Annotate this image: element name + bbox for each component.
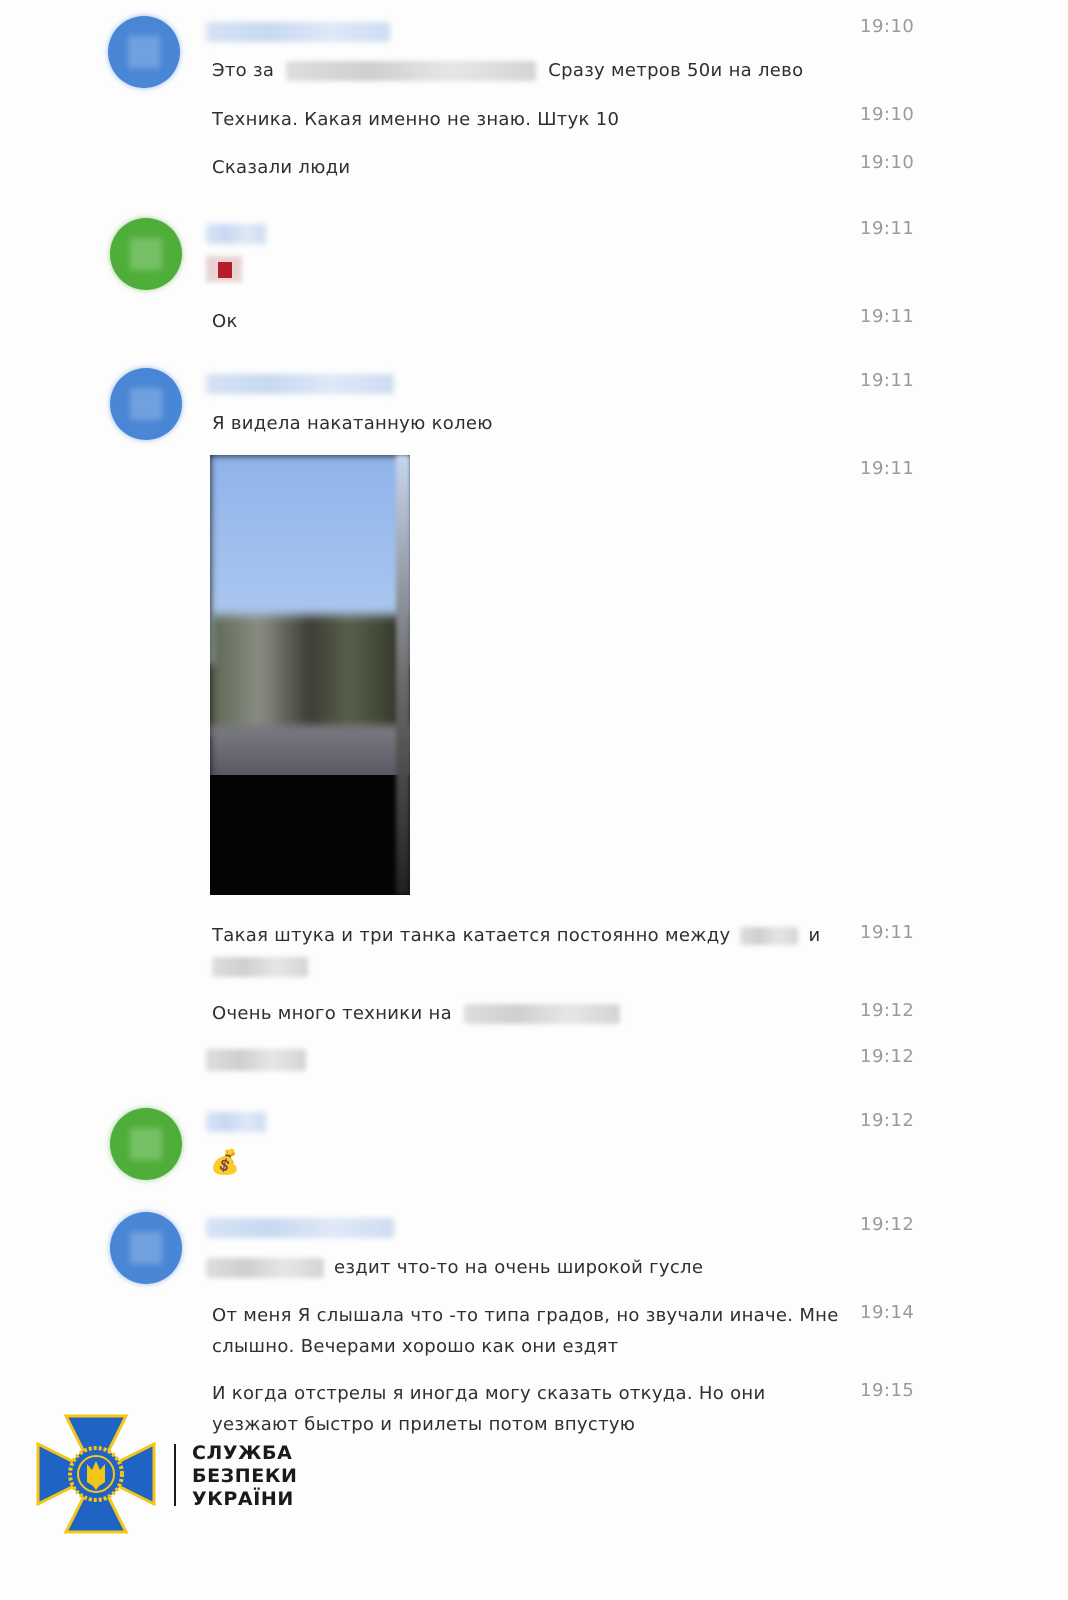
logo-line: СЛУЖБА (192, 1442, 293, 1464)
message-text: Такая штука и три танка катается постоян… (212, 920, 854, 982)
sender-name-redacted (206, 1112, 266, 1132)
message-line: От меня Я слышала что -то типа градов, н… (212, 1305, 839, 1326)
avatar[interactable] (110, 218, 182, 290)
message-time: 19:12 (860, 1046, 915, 1067)
message-text: Ок (212, 311, 238, 332)
message-time: 19:11 (860, 922, 915, 943)
logo-text: СЛУЖБА БЕЗПЕКИ УКРАЇНИ (192, 1442, 297, 1511)
message-time: 19:10 (860, 104, 915, 125)
avatar[interactable] (110, 368, 182, 440)
message-text: Это за Сразу метров 50и на лево (212, 55, 854, 86)
message-time: 19:11 (860, 370, 915, 391)
message-text: Сказали люди (212, 157, 351, 178)
redacted-text (206, 1049, 306, 1071)
message-time: 19:14 (860, 1302, 915, 1323)
sticker-image[interactable] (206, 256, 242, 282)
message-time: 19:10 (860, 16, 915, 37)
message-text-part: Такая штука и три танка катается постоян… (212, 925, 731, 946)
avatar[interactable] (110, 1108, 182, 1180)
message-line: И когда отстрелы я иногда могу сказать о… (212, 1383, 766, 1404)
message-text-part: Это за (212, 60, 275, 81)
redacted-text (206, 1258, 324, 1278)
message-line: слышно. Вечерами хорошо как они ездят (212, 1336, 619, 1357)
sender-name-redacted (206, 224, 266, 244)
photo-attachment[interactable] (210, 455, 410, 895)
message-text-part: Сразу метров 50и на лево (548, 60, 804, 81)
chat-history: 19:10 Это за Сразу метров 50и на лево 19… (0, 0, 1068, 1600)
message-text: Я видела накатанную колею (212, 413, 493, 434)
logo-line: УКРАЇНИ (192, 1488, 294, 1510)
sender-name-redacted (206, 1218, 394, 1238)
message-time: 19:11 (860, 458, 915, 479)
message-time: 19:12 (860, 1000, 915, 1021)
message-time: 19:11 (860, 306, 915, 327)
sender-name-redacted (206, 22, 390, 42)
message-time: 19:10 (860, 152, 915, 173)
message-time: 19:11 (860, 218, 915, 239)
logo-divider (174, 1444, 176, 1506)
message-text-part: Очень много техники на (212, 1003, 452, 1024)
message-time: 19:12 (860, 1214, 915, 1235)
redacted-text (740, 927, 799, 945)
redacted-text (286, 61, 537, 81)
message-text-part: и (808, 925, 821, 946)
message-time: 19:12 (860, 1110, 915, 1131)
logo-line: БЕЗПЕКИ (192, 1465, 298, 1487)
message-text: Очень много техники на (212, 998, 854, 1029)
message-time: 19:15 (860, 1380, 915, 1401)
redacted-text (463, 1004, 620, 1024)
sender-name-redacted (206, 374, 394, 394)
message-text (206, 1044, 848, 1075)
avatar[interactable] (108, 16, 180, 88)
message-text: От меня Я слышала что -то типа градов, н… (212, 1300, 854, 1362)
money-bag-emoji: 💰 (210, 1148, 240, 1176)
avatar[interactable] (110, 1212, 182, 1284)
message-text: Техника. Какая именно не знаю. Штук 10 (212, 109, 620, 130)
redacted-text (212, 957, 308, 977)
message-text: ездит что-то на очень широкой гусле (206, 1252, 848, 1283)
message-text-part: ездит что-то на очень широкой гусле (334, 1257, 704, 1278)
